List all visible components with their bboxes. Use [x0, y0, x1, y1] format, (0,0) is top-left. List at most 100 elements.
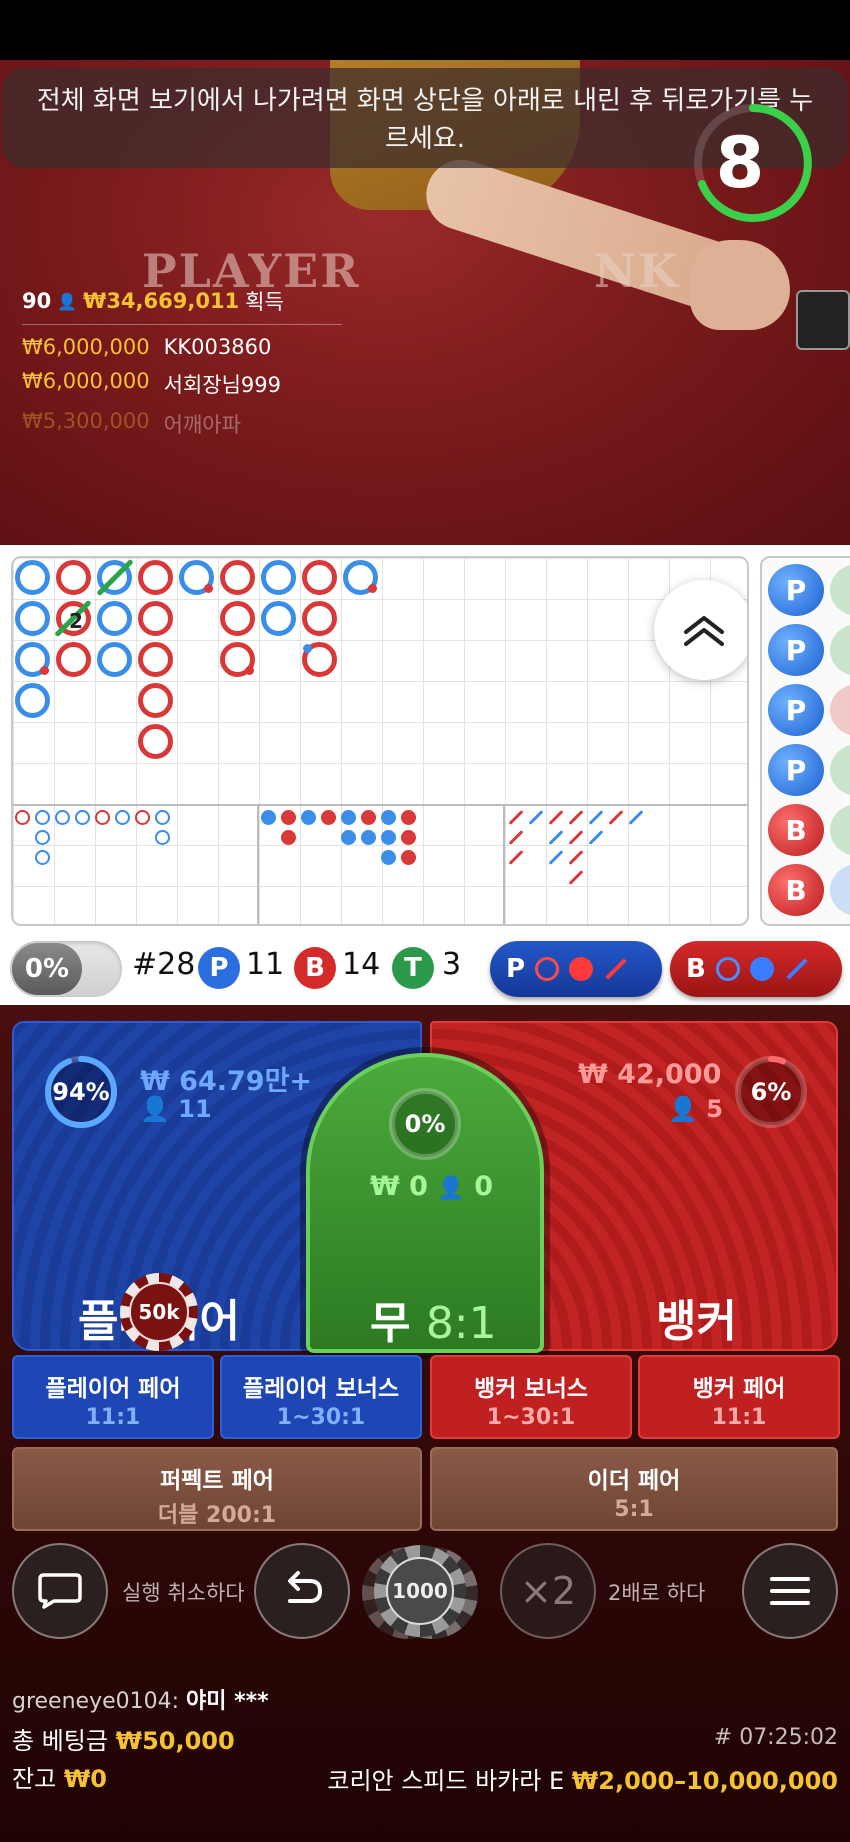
road-banker-mark: [138, 601, 173, 636]
hamburger-menu-icon: [770, 1577, 810, 1605]
side-bet-title: 뱅커 보너스: [474, 1376, 588, 1402]
road-player-mark: [15, 601, 50, 636]
cockroach-red-mark: [508, 810, 524, 825]
side-bet-title: 이더 페어: [587, 1468, 681, 1494]
tie-bet-info: ₩ 0 👤 0: [370, 1171, 493, 1202]
double-chevron-up-icon: [684, 616, 724, 646]
collapse-roadmap-button[interactable]: [654, 580, 747, 680]
bead-road[interactable]: 2: [11, 556, 749, 926]
road-player-mark: [179, 560, 214, 595]
road-player-mark: [261, 601, 296, 636]
chat-line: greeneye0104: 야미 ***: [12, 1683, 269, 1715]
bead-faded: [830, 804, 850, 856]
ask-slash-icon: [605, 958, 627, 980]
ask-dot-icon: [749, 957, 774, 981]
road-banker-mark: [138, 683, 173, 718]
ask-dot-icon: [569, 957, 594, 981]
either-pair-bet[interactable]: 이더 페어 5:1: [430, 1447, 838, 1531]
placed-chip: 50k: [120, 1273, 198, 1351]
betting-area: 94% ₩ 64.79만+ 👤 11 플레이어 50k ₩ 42,000 👤 5: [0, 1005, 850, 1842]
bigeye-blue-mark: [115, 810, 130, 825]
total-bet-label: 총 베팅금: [12, 1727, 108, 1755]
tie-bet-spot[interactable]: 0% ₩ 0 👤 0 무 8:1: [306, 1053, 544, 1353]
bead-plate[interactable]: P P P P B B: [760, 556, 850, 926]
selected-chip-value: 1000: [386, 1557, 454, 1625]
winner-row: ₩6,000,000 서회장님999: [22, 369, 342, 399]
round-number: #28: [132, 947, 196, 982]
chat-button[interactable]: [12, 1543, 108, 1639]
road-banker-mark: [220, 601, 255, 636]
bead-faded: [830, 564, 850, 616]
road-player-mark: [15, 642, 50, 677]
smallroad-blue-mark: [341, 810, 356, 825]
banker-ask-button[interactable]: B: [670, 941, 842, 997]
winners-panel: 90 👤 ₩34,669,011 획득 ₩6,000,000 KK003860 …: [22, 286, 342, 439]
cockroach-blue-mark: [528, 810, 544, 825]
live-video[interactable]: PLAYER NK 전체 화면 보기에서 나가려면 화면 상단을 아래로 내린 …: [0, 0, 850, 545]
bigeye-red-mark: [15, 810, 30, 825]
bead-player: P: [768, 744, 824, 796]
player-pair-bet[interactable]: 플레이어 페어 11:1: [12, 1355, 214, 1439]
tie-bettors-count: 0: [474, 1171, 493, 1202]
smallroad-blue-mark: [381, 850, 396, 865]
table-limits: ₩2,000–10,000,000: [571, 1767, 838, 1795]
total-bet-line: 총 베팅금 ₩50,000: [12, 1721, 235, 1756]
player-ask-letter: P: [506, 954, 526, 984]
side-bet-odds: 1~30:1: [276, 1405, 366, 1430]
player-percent-ring: 94%: [42, 1053, 120, 1131]
road-banker-mark: [302, 601, 337, 636]
player-percent: 94%: [52, 1078, 110, 1106]
percent-toggle[interactable]: 0%: [10, 941, 122, 997]
chip-selector[interactable]: 1000: [362, 1545, 482, 1641]
winner-amount: ₩6,000,000: [22, 335, 150, 359]
side-bet-odds: 11:1: [711, 1405, 767, 1430]
card-shoe: [796, 290, 850, 350]
table-print-banker: NK: [594, 244, 681, 298]
bead-banker: B: [768, 864, 824, 916]
side-bet-title: 플레이어 보너스: [242, 1376, 400, 1402]
winner-amount: ₩6,000,000: [22, 369, 150, 393]
undo-arrow-icon: [288, 1571, 323, 1603]
player-bettors: 👤 11: [140, 1095, 212, 1123]
menu-button[interactable]: [742, 1543, 838, 1639]
person-icon: 👤: [437, 1176, 465, 1201]
double-label: 2배로 하다: [608, 1581, 706, 1605]
banker-pair-bet[interactable]: 뱅커 페어 11:1: [638, 1355, 840, 1439]
undo-button[interactable]: [254, 1543, 350, 1639]
road-tie-count: 2: [69, 609, 83, 633]
tie-percent: 0%: [404, 1110, 446, 1138]
banker-bonus-bet[interactable]: 뱅커 보너스 1~30:1: [430, 1355, 632, 1439]
perfect-pair-bet[interactable]: 퍼펙트 페어 더블 200:1: [12, 1447, 422, 1531]
balance-value: ₩0: [63, 1765, 107, 1793]
balance-line: 잔고 ₩0: [12, 1759, 107, 1794]
road-player-mark: [97, 642, 132, 677]
cockroach-blue-mark: [628, 810, 644, 825]
double-button[interactable]: ×2: [500, 1543, 596, 1639]
tie-label-wrap: 무 8:1: [370, 1287, 497, 1351]
tie-count-icon: T: [392, 947, 434, 989]
side-bet-odds: 1~30:1: [486, 1405, 576, 1430]
bead-player: P: [768, 624, 824, 676]
cockroach-red-mark: [508, 850, 524, 865]
banker-percent-ring: 6%: [732, 1053, 810, 1131]
winners-total: ₩34,669,011: [83, 289, 240, 313]
winners-header: 90 👤 ₩34,669,011 획득: [22, 286, 342, 325]
percent-toggle-label: 0%: [12, 943, 82, 995]
road-banker-mark: [56, 642, 91, 677]
player-ask-button[interactable]: P: [490, 941, 662, 997]
player-bonus-bet[interactable]: 플레이어 보너스 1~30:1: [220, 1355, 422, 1439]
road-banker-mark: [302, 642, 337, 677]
bead-player: P: [768, 564, 824, 616]
cockroach-red-mark: [568, 830, 584, 845]
smallroad-red-mark: [321, 810, 336, 825]
stats-bar: 0% #28 P 11 B 14 T 3 P B: [0, 935, 850, 1005]
double-icon: ×2: [519, 1569, 577, 1613]
banker-count-icon: B: [294, 947, 336, 989]
smallroad-blue-mark: [261, 810, 276, 825]
tie-count: 3: [442, 947, 462, 982]
person-icon: 👤: [140, 1095, 170, 1123]
smallroad-blue-mark: [381, 810, 396, 825]
smallroad-blue-mark: [301, 810, 316, 825]
road-divider: [503, 804, 505, 924]
dealer-hand: [690, 240, 790, 330]
